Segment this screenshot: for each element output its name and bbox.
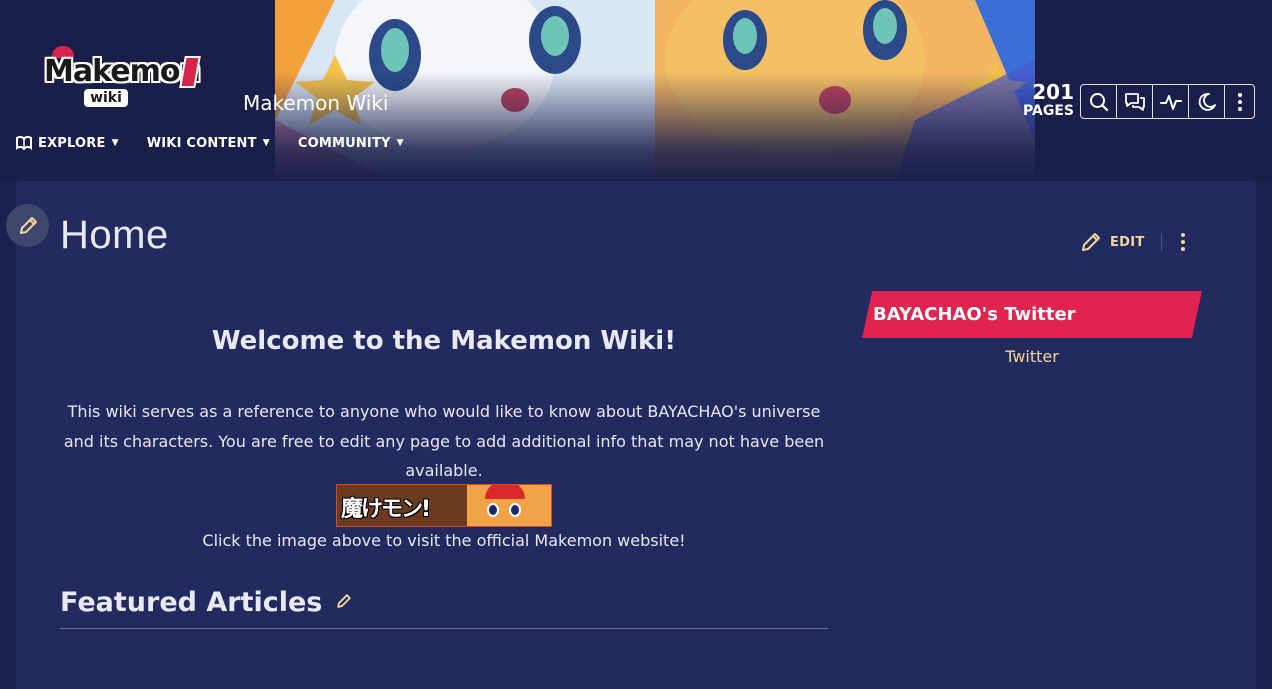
- more-icon: [1237, 92, 1242, 111]
- page-actions: EDIT: [1080, 230, 1186, 254]
- nav-wiki-content[interactable]: WIKI CONTENT ▼: [147, 136, 270, 151]
- pencil-icon: [19, 216, 37, 234]
- nav-explore-label: EXPLORE: [38, 135, 106, 151]
- more-button[interactable]: [1225, 85, 1254, 118]
- banner-character-hat: [485, 485, 525, 499]
- chevron-down-icon: ▼: [262, 138, 270, 148]
- nav-explore[interactable]: EXPLORE ▼: [16, 136, 119, 151]
- activity-button[interactable]: [1153, 85, 1189, 118]
- twitter-link[interactable]: Twitter: [862, 347, 1202, 366]
- nav-community[interactable]: COMMUNITY ▼: [298, 136, 404, 151]
- featured-articles-title: Featured Articles: [60, 587, 323, 618]
- chevron-down-icon: ▼: [111, 138, 119, 148]
- banner-logo-text: 魔けモン!: [341, 497, 431, 522]
- banner-character-eye: [509, 503, 521, 517]
- welcome-heading: Welcome to the Makemon Wiki!: [211, 326, 677, 356]
- intro-paragraph: This wiki serves as a reference to anyon…: [63, 402, 825, 480]
- discussions-icon: [1124, 92, 1145, 111]
- featured-articles-heading: Featured Articles: [60, 587, 352, 618]
- chevron-down-icon: ▼: [396, 138, 404, 148]
- page-more-button[interactable]: [1180, 232, 1186, 252]
- page-title: Home: [60, 213, 169, 257]
- dark-mode-button[interactable]: [1189, 85, 1225, 118]
- twitter-widget-title: BAYACHAO's Twitter: [873, 304, 1076, 325]
- wiki-logo[interactable]: Makemon wiki: [44, 46, 204, 110]
- pages-count-number: 201: [1032, 80, 1074, 104]
- logo-subtext: wiki: [84, 89, 128, 107]
- header-toolbar: [1080, 84, 1255, 119]
- banner-fade: [275, 72, 1035, 182]
- actions-divider: [1160, 233, 1162, 251]
- section-edit-button[interactable]: [336, 593, 352, 613]
- main-nav: EXPLORE ▼ WIKI CONTENT ▼ COMMUNITY ▼: [16, 132, 432, 154]
- twitter-widget: BAYACHAO's Twitter: [862, 291, 1202, 338]
- activity-icon: [1159, 94, 1182, 110]
- more-icon: [1180, 233, 1185, 251]
- site-name-link[interactable]: Makemon Wiki: [243, 91, 388, 115]
- search-button[interactable]: [1081, 85, 1117, 118]
- discussions-button[interactable]: [1117, 85, 1153, 118]
- section-divider: [60, 628, 828, 629]
- search-icon: [1089, 92, 1108, 111]
- dark-mode-icon: [1198, 92, 1216, 111]
- edit-button-label: EDIT: [1110, 234, 1145, 250]
- official-website-banner[interactable]: 魔けモン!: [336, 484, 552, 527]
- header-banner-art: [275, 0, 1035, 182]
- floating-edit-button[interactable]: [6, 204, 49, 247]
- pencil-icon: [1082, 233, 1100, 251]
- pencil-icon: [337, 593, 352, 608]
- site-header: Makemon wiki Makemon Wiki EXPLORE ▼ WIKI…: [0, 0, 1272, 182]
- nav-wiki-content-label: WIKI CONTENT: [146, 135, 257, 151]
- banner-caption: Click the image above to visit the offic…: [202, 531, 686, 550]
- edit-button[interactable]: EDIT: [1080, 231, 1145, 253]
- pages-count: 201 PAGES: [1012, 82, 1074, 118]
- nav-community-label: COMMUNITY: [297, 135, 391, 151]
- banner-character-eye: [487, 503, 499, 517]
- pages-count-label: PAGES: [1023, 103, 1074, 119]
- book-icon: [16, 136, 32, 150]
